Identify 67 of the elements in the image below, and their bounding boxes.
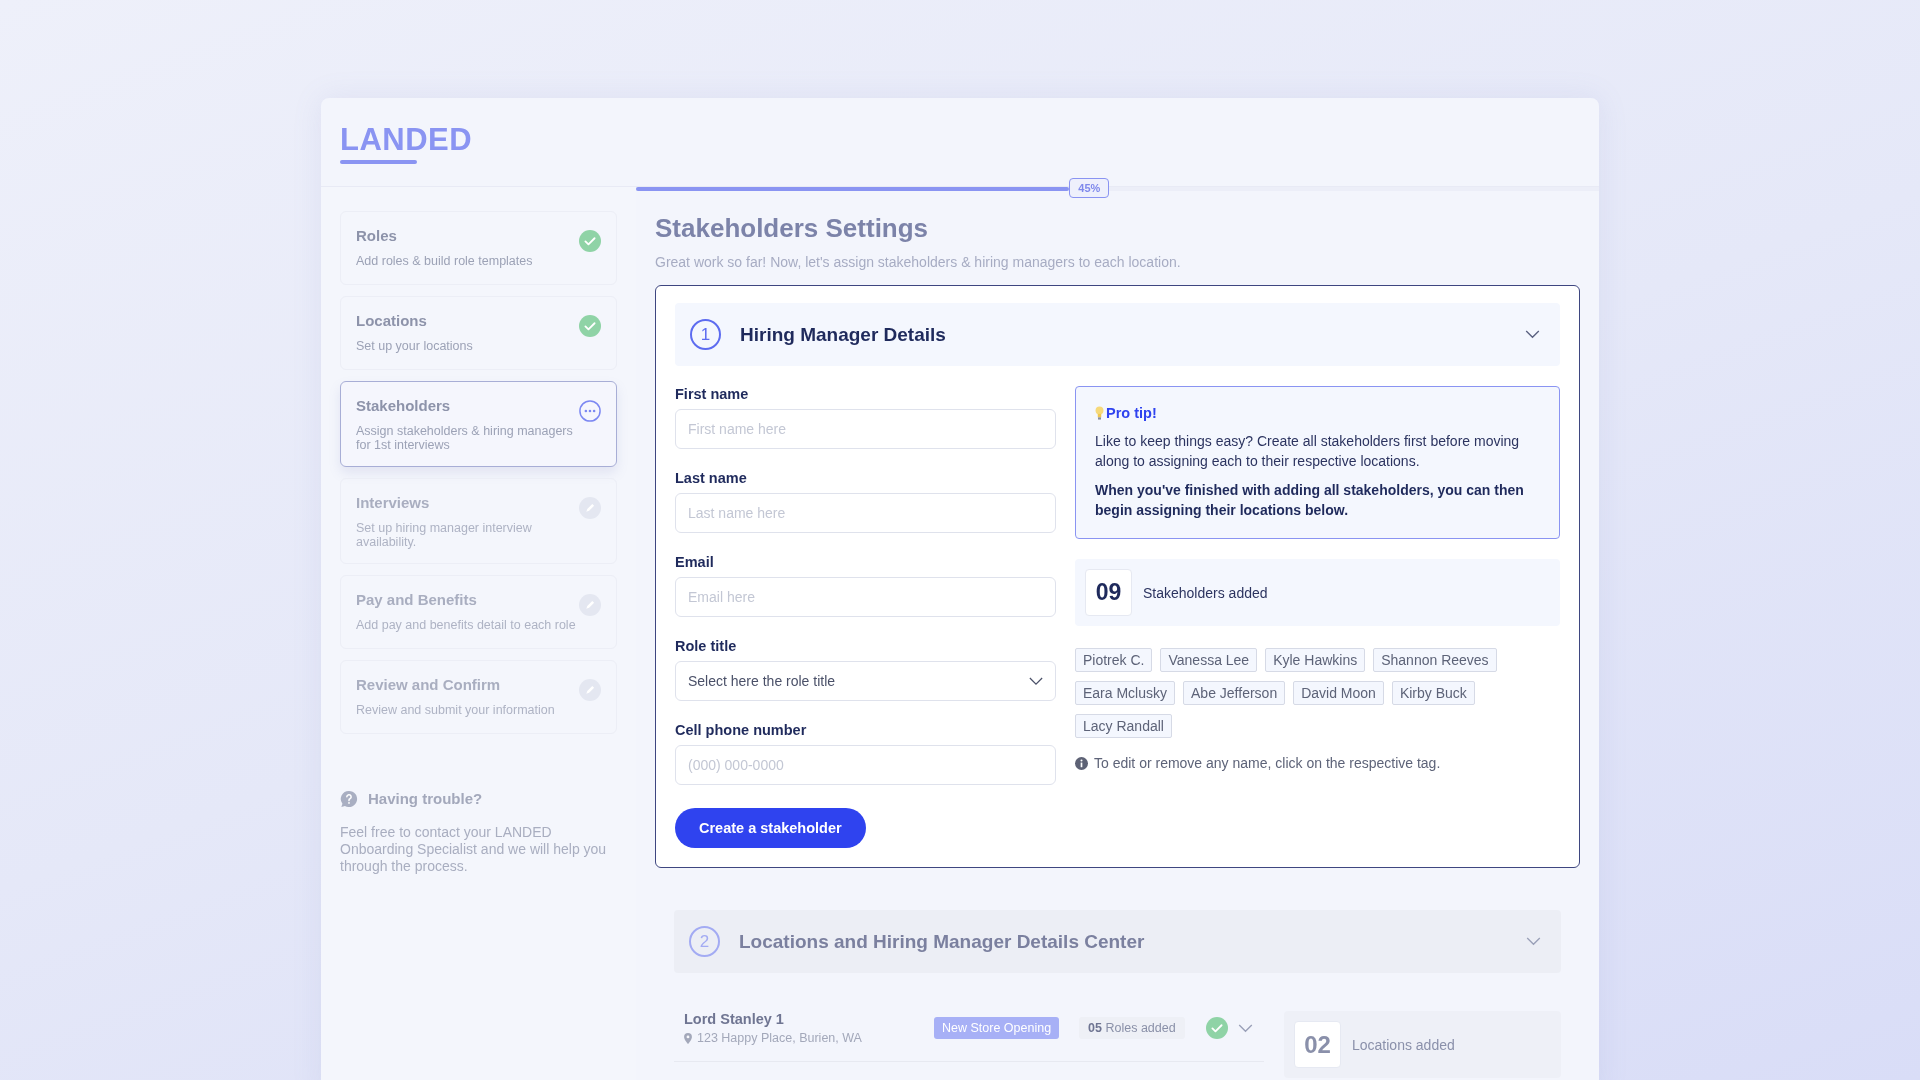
page-subtitle: Great work so far! Now, let's assign stakeholders & hiring managers to each location. <box>655 254 1182 270</box>
field-label: Role title <box>675 638 738 654</box>
stakeholder-tag[interactable]: Shannon Reeves <box>1373 648 1497 672</box>
input-field[interactable]: Email here <box>675 577 1056 617</box>
pro-tip-emphasis: When you've finished with adding all stakeholders, you can then begin assigning their locations below. <box>1095 481 1525 520</box>
pro-tip-title: Pro tip! <box>1106 405 1157 421</box>
input-field[interactable]: Last name here <box>675 493 1056 533</box>
step-title: Interviews <box>356 493 431 511</box>
stakeholder-tag[interactable]: Vanessa Lee <box>1160 648 1258 672</box>
step-description: Set up your locations <box>356 339 473 354</box>
page-title: Stakeholders Settings <box>655 213 930 244</box>
location-address: 123 Happy Place, Burien, WA <box>697 1031 862 1045</box>
hint-text: To edit or remove any name, click on the respective tag. <box>1094 755 1441 771</box>
step-description: Set up hiring manager interview availability. <box>356 520 533 550</box>
field-label: First name <box>675 386 750 402</box>
field-label: Last name <box>675 470 748 486</box>
location-count: 02 <box>1294 1021 1341 1068</box>
roles-count: 05 Roles added <box>1079 1017 1185 1039</box>
pencil-icon <box>579 678 601 701</box>
stakeholder-tag[interactable]: Piotrek C. <box>1075 648 1153 672</box>
location-name: Lord Stanley 1 <box>684 1011 785 1027</box>
chevron-down-icon[interactable] <box>1525 330 1540 339</box>
step-title: Pay and Benefits <box>356 590 478 608</box>
stakeholder-tag[interactable]: Kirby Buck <box>1391 681 1475 705</box>
section-header[interactable]: 2 Locations and Hiring Manager Details Center <box>674 910 1561 973</box>
step-description: Add pay and benefits detail to each role <box>356 617 576 632</box>
count-label: Stakeholders added <box>1143 584 1268 601</box>
step-number: 2 <box>689 926 720 957</box>
progress-label: 45% <box>1069 178 1110 198</box>
step-description: Review and submit your information <box>356 702 555 717</box>
step-title: Review and Confirm <box>356 675 502 693</box>
stakeholder-count: 09 <box>1085 569 1132 616</box>
step-title: Roles <box>356 227 398 244</box>
pencil-icon <box>579 496 601 519</box>
stakeholder-tag[interactable]: Kyle Hawkins <box>1265 648 1366 672</box>
section-title: Locations and Hiring Manager Details Center <box>739 930 1146 953</box>
select-field[interactable]: Select here the role title <box>675 661 1056 701</box>
step-description: Assign stakeholders & hiring managers for 1st interviews <box>356 424 574 453</box>
chevron-down-icon <box>1029 676 1043 686</box>
stakeholder-tag[interactable]: Lacy Randall <box>1075 714 1172 738</box>
help-text: Feel free to contact your LANDED Onboarding Specialist and we will help you through the process. <box>340 823 608 875</box>
count-label: Locations added <box>1352 1036 1455 1053</box>
location-tag: New Store Opening <box>934 1017 1060 1039</box>
step-title: Locations <box>356 312 428 329</box>
step-description: Add roles & build role templates <box>356 254 533 269</box>
field-label: Email <box>675 554 715 570</box>
chevron-down-icon[interactable] <box>1526 937 1541 946</box>
section-header[interactable]: 1 Hiring Manager Details <box>675 303 1560 366</box>
lightbulb-icon <box>1095 406 1104 420</box>
create-stakeholder-button[interactable]: Create a stakeholder <box>675 808 866 848</box>
step-title: Stakeholders <box>356 397 452 414</box>
pencil-icon <box>579 593 601 616</box>
stakeholder-tag[interactable]: Eara Mclusky <box>1075 681 1176 705</box>
stakeholder-tag[interactable]: David Moon <box>1293 681 1384 705</box>
location-pin-icon <box>684 1032 692 1044</box>
chevron-down-icon[interactable] <box>1237 1023 1253 1033</box>
pro-tip-text: Like to keep things easy? Create all stakeholders first before moving along to assigning each to their respective locations. <box>1095 432 1521 471</box>
section-title: Hiring Manager Details <box>740 323 947 346</box>
help-title: Having trouble? <box>368 790 483 807</box>
stakeholder-tag[interactable]: Abe Jefferson <box>1183 681 1286 705</box>
step-number: 1 <box>690 319 721 350</box>
input-field[interactable]: (000) 000-0000 <box>675 745 1056 785</box>
info-icon <box>1075 756 1088 770</box>
more-dots-icon <box>579 400 601 422</box>
input-field[interactable]: First name here <box>675 409 1056 449</box>
field-label: Cell phone number <box>675 722 808 738</box>
question-bubble-icon <box>340 789 358 808</box>
